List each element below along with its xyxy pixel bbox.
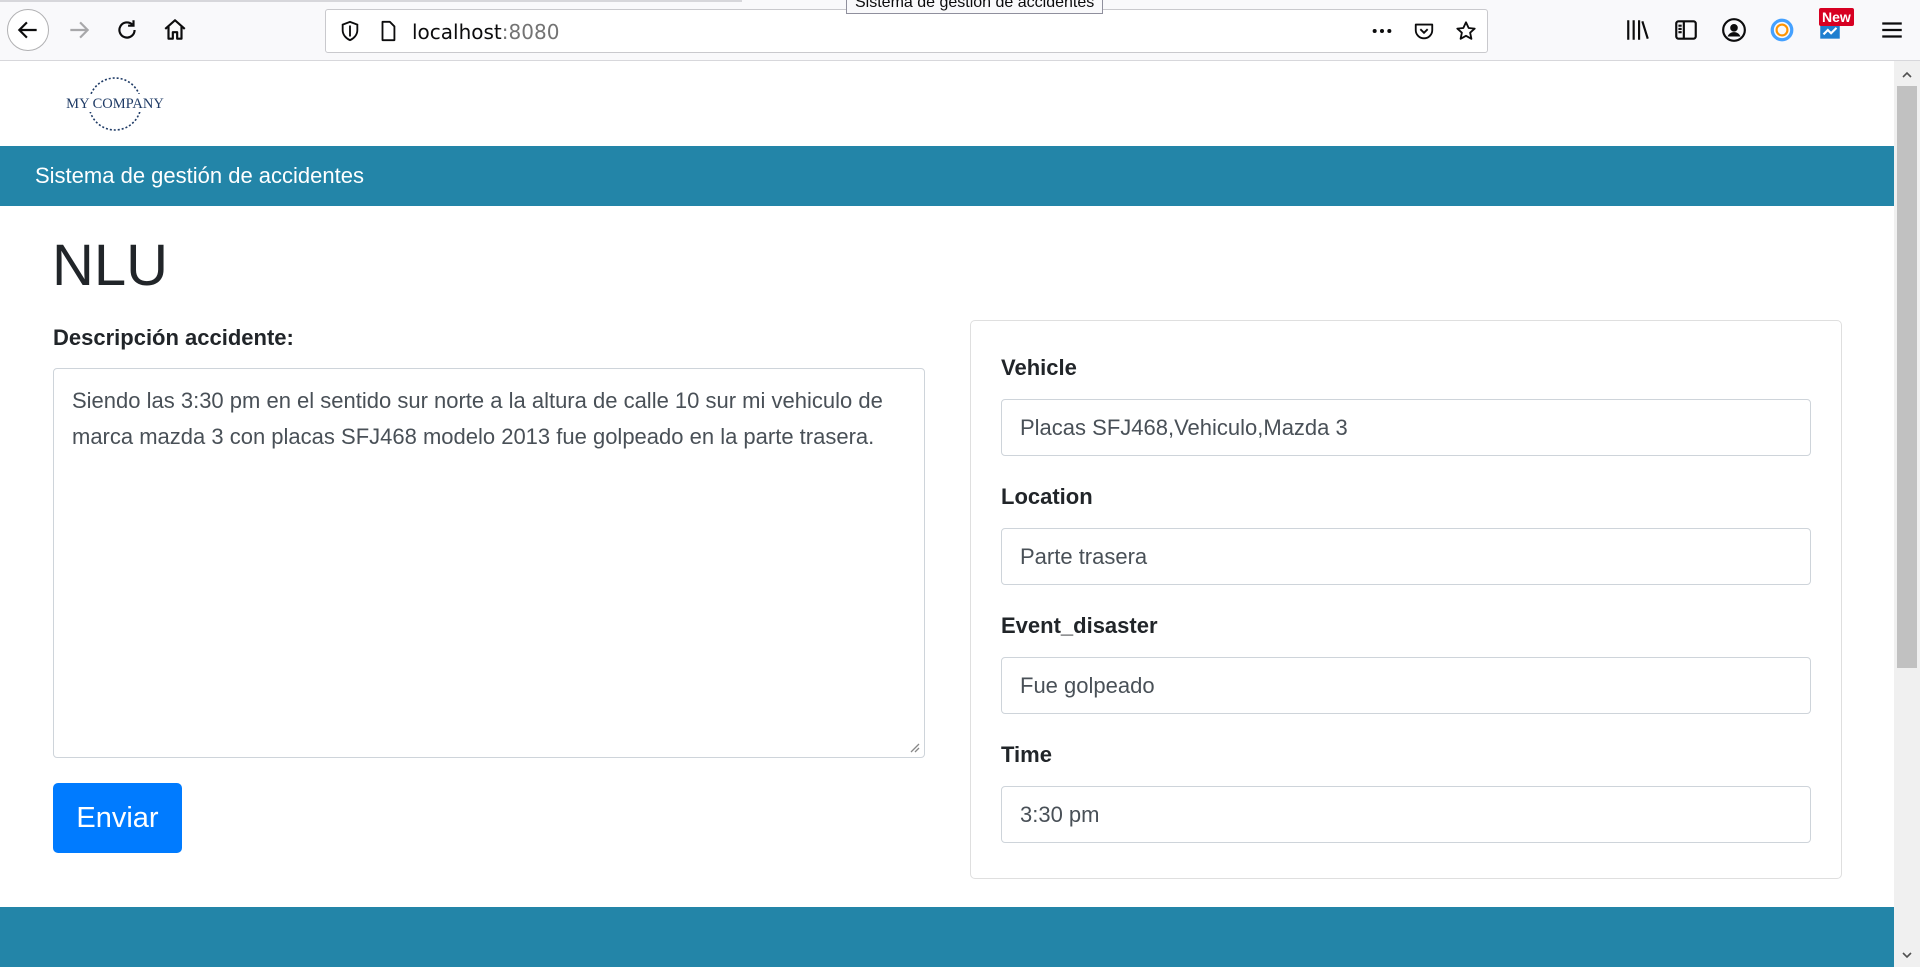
back-button[interactable] — [7, 9, 49, 51]
library-icon[interactable] — [1624, 16, 1652, 44]
page-icon[interactable] — [376, 19, 400, 43]
location-input[interactable] — [1001, 528, 1811, 585]
banner-title: Sistema de gestión de accidentes — [35, 163, 364, 188]
home-button[interactable] — [154, 9, 196, 51]
shield-icon[interactable] — [338, 19, 362, 43]
location-label: Location — [1001, 484, 1093, 509]
event-disaster-input[interactable] — [1001, 657, 1811, 714]
forward-icon — [70, 21, 90, 39]
header-banner: Sistema de gestión de accidentes — [0, 146, 1894, 206]
url-text[interactable]: localhost:8080 — [412, 20, 559, 44]
results-card: Vehicle Location Event_disaster Time — [970, 320, 1842, 879]
new-badge: New — [1819, 8, 1854, 26]
more-icon[interactable] — [1370, 19, 1394, 43]
vehicle-input[interactable] — [1001, 399, 1811, 456]
reload-icon — [118, 20, 136, 39]
page-title: NLU — [52, 233, 169, 298]
extension-icon[interactable] — [1768, 16, 1796, 44]
submit-button[interactable]: Enviar — [53, 783, 182, 853]
pocket-icon[interactable] — [1412, 19, 1436, 43]
scroll-down-icon[interactable] — [1897, 944, 1917, 966]
company-logo: MY COMPANY — [59, 77, 171, 131]
description-textarea[interactable]: Siendo las 3:30 pm en el sentido sur nor… — [53, 368, 925, 758]
home-icon — [164, 19, 186, 40]
reload-button[interactable] — [106, 9, 148, 51]
description-label: Descripción accidente: — [53, 325, 294, 350]
forward-button[interactable] — [58, 9, 100, 51]
time-input[interactable] — [1001, 786, 1811, 843]
page-content: MY COMPANY Sistema de gestión de acciden… — [0, 61, 1894, 967]
star-icon[interactable] — [1454, 19, 1478, 43]
scrollbar-thumb[interactable] — [1897, 86, 1917, 668]
url-bar[interactable]: localhost:8080 — [325, 9, 1488, 53]
back-icon — [17, 21, 37, 39]
menu-icon[interactable] — [1878, 16, 1906, 44]
event-disaster-label: Event_disaster — [1001, 613, 1158, 638]
time-label: Time — [1001, 742, 1052, 767]
url-port: :8080 — [501, 20, 560, 44]
url-host: localhost — [412, 20, 502, 44]
footer-bar — [0, 907, 1894, 967]
scroll-up-icon[interactable] — [1897, 64, 1917, 86]
resize-grip-icon[interactable] — [907, 740, 921, 754]
vehicle-label: Vehicle — [1001, 355, 1077, 380]
tab-tooltip: Sistema de gestión de accidentes — [846, 0, 1104, 14]
browser-toolbar: Sistema de gestión de accidentes localho… — [0, 0, 1920, 61]
logo-text: MY COMPANY — [66, 96, 164, 112]
account-icon[interactable] — [1720, 16, 1748, 44]
sidebar-icon[interactable] — [1672, 16, 1700, 44]
tab-strip — [0, 0, 742, 2]
